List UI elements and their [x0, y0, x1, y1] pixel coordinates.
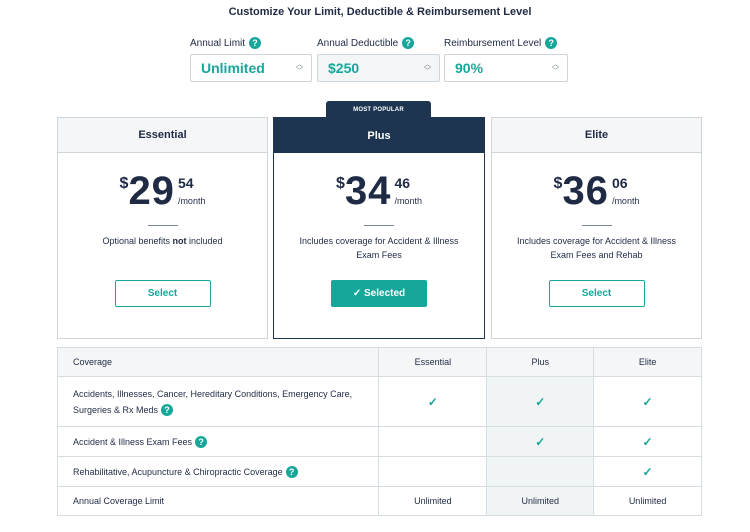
price-dollars: 36 — [562, 169, 609, 213]
divider — [147, 225, 178, 226]
help-icon[interactable]: ? — [249, 37, 262, 49]
plan-card-elite: Elite $ 36 06/month Includes coverage fo… — [491, 117, 702, 339]
price-dollars: 29 — [128, 169, 175, 213]
table-cell — [378, 426, 488, 457]
column-header: Essential — [378, 347, 488, 377]
annual-deductible-selector: Annual Deductible? $250 ︿ ﹀ — [317, 36, 440, 82]
check-icon: ✓ — [593, 456, 702, 487]
price-period: /month — [611, 196, 640, 206]
annual-limit-label: Annual Limit — [190, 37, 246, 49]
annual-limit-value: Unlimited — [201, 60, 265, 76]
price-cents: 54 — [177, 175, 194, 191]
check-icon: ✓ — [593, 426, 702, 457]
check-icon: ✓ — [593, 376, 702, 427]
plan-card-plus: Plus $ 34 46/month Includes coverage for… — [273, 117, 485, 339]
annual-deductible-label: Annual Deductible — [317, 37, 399, 49]
plan-name: Essential — [58, 118, 267, 153]
coverage-label: Accidents, Illnesses, Cancer, Hereditary… — [56, 376, 380, 427]
reimbursement-level-selector: Reimbursement Level? 90% ︿ ﹀ — [444, 36, 568, 82]
help-icon[interactable]: ? — [161, 404, 174, 417]
help-icon[interactable]: ? — [285, 466, 298, 479]
plan-card-essential: Essential $ 29 54/month Optional benefit… — [57, 117, 268, 339]
plan-description: Includes coverage for Accident & Illness… — [516, 236, 677, 260]
price-period: /month — [394, 196, 422, 206]
annual-deductible-dropdown[interactable]: $250 ︿ ﹀ — [317, 54, 440, 82]
price-cents: 46 — [394, 175, 411, 191]
coverage-table: Coverage Essential Plus Elite Accidents,… — [56, 347, 702, 516]
table-row: Annual Coverage Limit Unlimited Unlimite… — [56, 486, 702, 516]
table-row: Rehabilitative, Acupuncture & Chiropract… — [56, 456, 702, 487]
up-down-chevron-icon: ︿ ﹀ — [552, 61, 559, 75]
plan-name: Plus — [274, 118, 484, 153]
column-header: Coverage — [56, 347, 380, 377]
reimbursement-level-dropdown[interactable]: 90% ︿ ﹀ — [444, 54, 568, 82]
plan-name: Elite — [492, 118, 701, 153]
table-cell — [378, 456, 488, 487]
check-icon: ✓ — [486, 426, 595, 457]
price-dollar-sign: $ — [119, 175, 129, 192]
coverage-label: Rehabilitative, Acupuncture & Chiropract… — [56, 456, 380, 487]
reimbursement-level-value: 90% — [455, 60, 484, 76]
divider — [364, 225, 394, 226]
price-period: /month — [177, 196, 206, 206]
help-icon[interactable]: ? — [195, 436, 208, 449]
help-icon[interactable]: ? — [545, 37, 558, 49]
divider — [581, 225, 612, 226]
page-title: Customize Your Limit, Deductible & Reimb… — [228, 6, 532, 18]
plan-description: Optional benefits not included — [102, 236, 223, 246]
column-header: Plus — [486, 347, 595, 377]
check-icon: ✓ — [486, 376, 595, 427]
coverage-label: Annual Coverage Limit — [56, 486, 380, 516]
column-header: Elite — [593, 347, 702, 377]
select-elite-button[interactable]: Select — [548, 280, 645, 307]
table-cell — [486, 456, 595, 487]
selected-plus-button[interactable]: ✓ Selected — [331, 280, 427, 307]
table-cell: Unlimited — [486, 486, 595, 516]
reimbursement-level-label: Reimbursement Level — [444, 37, 542, 49]
annual-limit-dropdown[interactable]: Unlimited ︿ ﹀ — [190, 54, 312, 82]
annual-limit-selector: Annual Limit? Unlimited ︿ ﹀ — [190, 36, 312, 82]
up-down-chevron-icon: ︿ ﹀ — [424, 61, 431, 75]
table-cell: Unlimited — [593, 486, 702, 516]
table-row: Accidents, Illnesses, Cancer, Hereditary… — [56, 376, 702, 427]
plan-price: $ 29 54/month — [58, 171, 267, 215]
plan-price: $ 36 06/month — [492, 171, 701, 215]
most-popular-badge: MOST POPULAR — [326, 101, 431, 118]
help-icon[interactable]: ? — [402, 37, 415, 49]
price-dollar-sign: $ — [553, 175, 563, 192]
price-cents: 06 — [611, 175, 628, 191]
table-cell: Unlimited — [378, 486, 488, 516]
table-row: Accident & Illness Exam Fees? ✓ ✓ — [56, 426, 702, 457]
price-dollar-sign: $ — [336, 175, 345, 192]
table-header-row: Coverage Essential Plus Elite — [56, 347, 702, 377]
check-icon: ✓ — [378, 376, 488, 427]
plan-price: $ 34 46/month — [274, 171, 484, 215]
select-essential-button[interactable]: Select — [114, 280, 211, 307]
coverage-label: Accident & Illness Exam Fees? — [56, 426, 380, 457]
plan-description: Includes coverage for Accident & Illness… — [299, 236, 459, 260]
annual-deductible-value: $250 — [328, 60, 360, 76]
price-dollars: 34 — [344, 169, 392, 213]
up-down-chevron-icon: ︿ ﹀ — [296, 61, 303, 75]
